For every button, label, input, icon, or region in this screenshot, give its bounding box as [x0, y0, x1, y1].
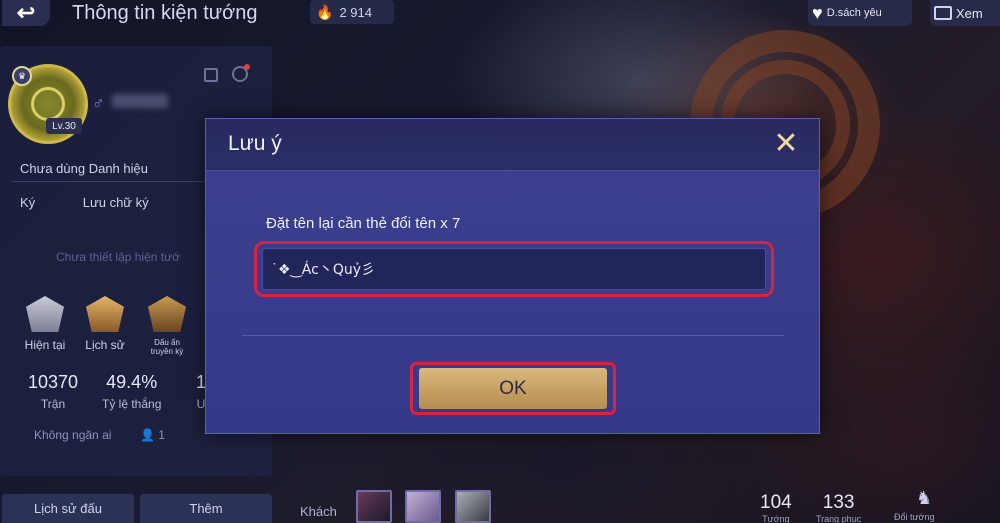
new-name-input[interactable]	[262, 248, 766, 290]
person-icon: 👤	[140, 428, 155, 442]
ok-button[interactable]: OK	[419, 368, 607, 409]
notice-dialog: Lưu ý ✕ Đặt tên lại cần thẻ đổi tên x 7 …	[205, 118, 820, 434]
guest-label: Khách	[300, 504, 337, 519]
favorites-label: D.sách yêu	[826, 7, 882, 19]
rank-emblem-icon	[86, 296, 124, 332]
settings-icon[interactable]	[232, 64, 250, 82]
copy-icon[interactable]	[204, 68, 218, 82]
signature-value: Lưu chữ ký	[82, 195, 149, 210]
rank-emblem-icon	[26, 296, 64, 332]
rename-prompt: Đặt tên lại cần thẻ đổi tên x 7	[266, 215, 461, 232]
dialog-header: Lưu ý ✕	[206, 119, 819, 171]
view-icon	[934, 6, 952, 20]
heroes-count[interactable]: 104 Tướng	[760, 492, 792, 523]
gold-value: 2 914	[339, 4, 372, 20]
close-icon[interactable]: ✕	[771, 129, 801, 159]
page-title: Thông tin kiện tướng	[72, 2, 258, 24]
match-history-button[interactable]: Lịch sử đấu	[2, 494, 134, 523]
rank-legend-mark[interactable]: Dấu ấn truyền kỳ	[142, 296, 192, 356]
friend-status[interactable]: Không ngăn ai	[34, 428, 111, 442]
legend-emblem-icon	[148, 296, 186, 332]
rank-badge-icon: ♛	[12, 66, 32, 86]
guest-avatar[interactable]	[455, 490, 491, 523]
view-label: Xem	[956, 5, 983, 21]
view-button[interactable]: Xem	[930, 0, 1000, 26]
skins-count[interactable]: 133 Trang phục	[816, 492, 861, 523]
swap-hero-label: Đổi tướng	[894, 512, 935, 522]
stat-matches: 10370 Trận	[28, 372, 79, 411]
dialog-title: Lưu ý	[228, 132, 282, 155]
guest-avatar[interactable]	[405, 490, 441, 523]
gold-counter: 🔥 2 914	[310, 0, 394, 24]
rank-current[interactable]: Hiện tại	[20, 296, 70, 352]
stat-winrate: 49.4% Tỷ lệ thắng	[102, 372, 162, 411]
signature-label: Ký	[20, 195, 36, 210]
player-name-blurred	[112, 94, 168, 108]
level-badge: Lv.30	[46, 118, 82, 134]
unset-hero-text: Chưa thiết lập hiện tướ	[56, 250, 181, 264]
more-button[interactable]: Thêm	[140, 494, 272, 523]
rank-history[interactable]: Lịch sử	[80, 296, 130, 352]
guest-avatar[interactable]	[356, 490, 392, 523]
male-gender-icon: ♂	[92, 94, 105, 113]
swap-hero-icon[interactable]: ♞	[916, 488, 938, 512]
divider	[242, 335, 784, 336]
flame-icon: 🔥	[316, 3, 334, 20]
back-button[interactable]: ↩	[2, 0, 50, 26]
top-bar: ↩ Thông tin kiện tướng 🔥 2 914 ♥ D.sách …	[0, 0, 1000, 30]
back-arrow-icon: ↩	[16, 0, 36, 25]
favorites-button[interactable]: ♥ D.sách yêu	[808, 0, 912, 26]
heart-icon: ♥	[812, 2, 823, 23]
friend-count: 👤 1	[140, 428, 165, 442]
